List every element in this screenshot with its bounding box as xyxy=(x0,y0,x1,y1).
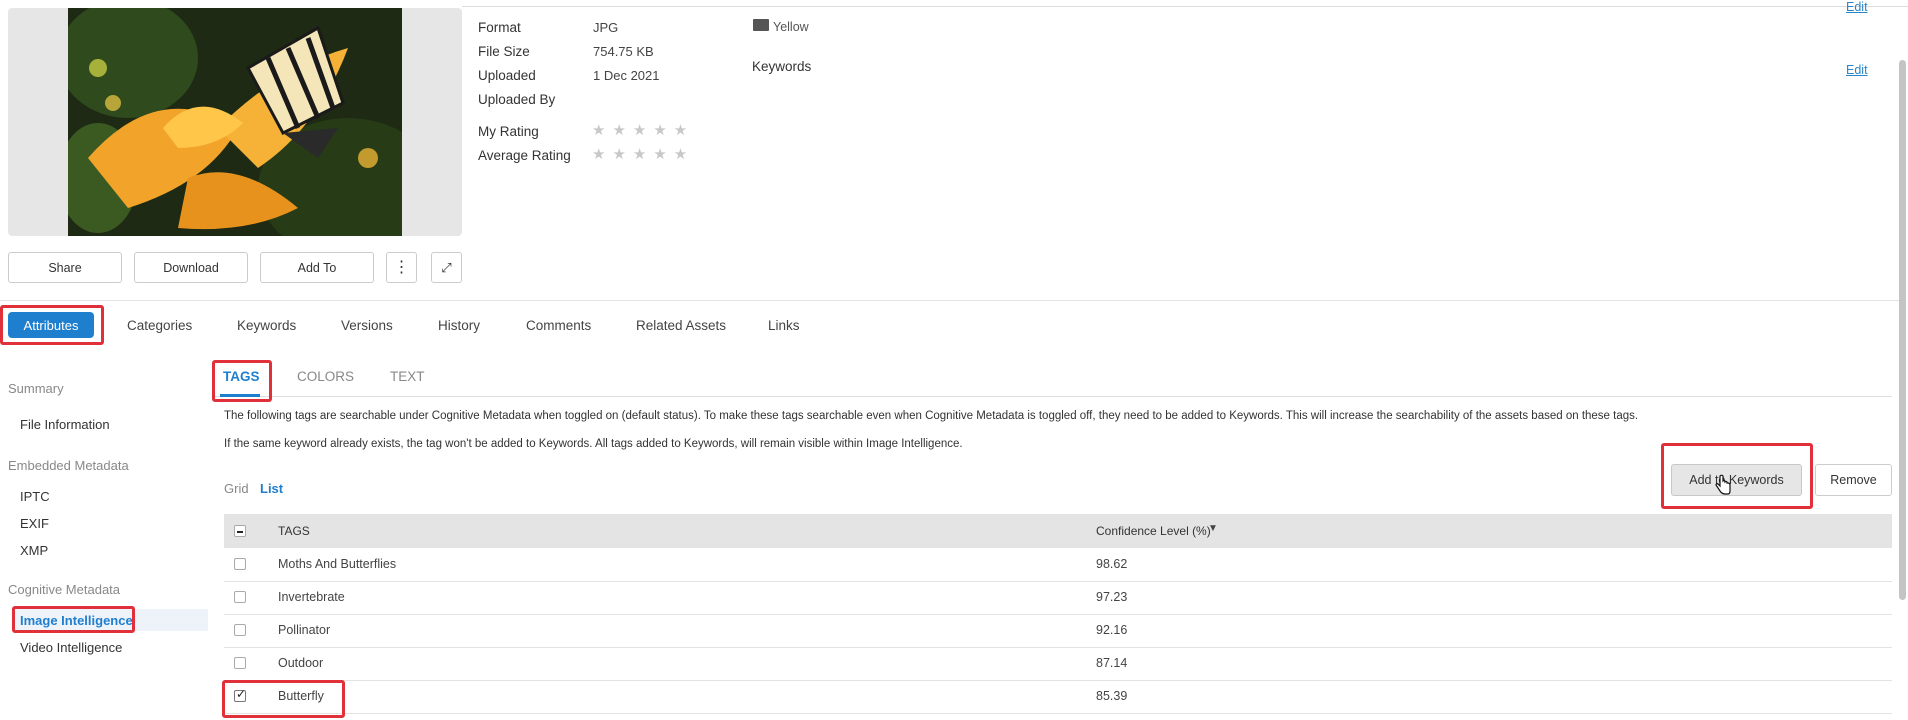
tab-history[interactable]: History xyxy=(438,318,480,333)
tab-categories[interactable]: Categories xyxy=(127,318,192,333)
add-to-keywords-button[interactable]: Add to Keywords xyxy=(1671,464,1802,496)
row-checkbox[interactable] xyxy=(234,591,246,603)
tab-versions[interactable]: Versions xyxy=(341,318,393,333)
row-checkbox[interactable] xyxy=(234,624,246,636)
sidebar-item-xmp[interactable]: XMP xyxy=(20,543,48,558)
file-size-value: 754.75 KB xyxy=(593,44,654,59)
tab-links[interactable]: Links xyxy=(768,318,800,333)
sort-desc-icon[interactable]: ▼ xyxy=(1208,523,1218,534)
edit-categories-link[interactable]: Edit xyxy=(1846,0,1868,14)
table-row[interactable] xyxy=(224,614,1892,648)
row-checkbox[interactable] xyxy=(234,657,246,669)
average-rating-stars: ★★★★★ xyxy=(592,146,695,163)
subtab-divider xyxy=(212,396,1892,397)
tags-info-text-2: If the same keyword already exists, the … xyxy=(224,438,963,450)
tab-related-assets[interactable]: Related Assets xyxy=(636,318,726,333)
tag-name: Moths And Butterflies xyxy=(278,557,397,571)
expand-icon: ⤢ xyxy=(441,259,452,275)
sidebar-summary[interactable]: Summary xyxy=(8,381,64,396)
file-size-label: File Size xyxy=(478,44,530,59)
sidebar-item-iptc[interactable]: IPTC xyxy=(20,489,50,504)
uploaded-value: 1 Dec 2021 xyxy=(593,68,660,83)
column-header-tags[interactable]: TAGS xyxy=(278,524,310,538)
confidence-value: 87.14 xyxy=(1096,656,1128,670)
tags-info-text-1: The following tags are searchable under … xyxy=(224,410,1639,422)
table-row[interactable] xyxy=(224,680,1892,714)
add-to-button[interactable]: Add To xyxy=(260,252,374,283)
remove-button[interactable]: Remove xyxy=(1815,464,1892,496)
table-row[interactable] xyxy=(224,581,1892,615)
tag-name: Invertebrate xyxy=(278,590,345,604)
table-row[interactable] xyxy=(224,548,1892,582)
subtab-colors[interactable]: COLORS xyxy=(297,369,354,384)
select-all-checkbox[interactable] xyxy=(234,525,246,537)
confidence-value: 97.23 xyxy=(1096,590,1128,604)
view-grid-toggle[interactable]: Grid xyxy=(224,481,249,496)
sidebar-item-exif[interactable]: EXIF xyxy=(20,516,49,531)
tag-name: Outdoor xyxy=(278,656,324,670)
tag-name: Butterfly xyxy=(278,689,324,703)
sidebar-cognitive-metadata: Cognitive Metadata xyxy=(8,582,121,597)
category-value: Yellow xyxy=(773,20,809,34)
scrollbar[interactable] xyxy=(1899,60,1906,600)
download-button[interactable]: Download xyxy=(134,252,248,283)
view-list-toggle[interactable]: List xyxy=(260,481,283,496)
tab-keywords[interactable]: Keywords xyxy=(237,318,296,333)
uploaded-label: Uploaded xyxy=(478,68,536,83)
sidebar-item-image-intelligence[interactable]: Image Intelligence xyxy=(20,613,133,628)
format-value: JPG xyxy=(593,20,619,35)
top-divider xyxy=(462,6,1908,7)
confidence-value: 92.16 xyxy=(1096,623,1128,637)
average-rating-label: Average Rating xyxy=(478,148,571,163)
share-button[interactable]: Share xyxy=(8,252,122,283)
table-row[interactable] xyxy=(224,647,1892,681)
format-label: Format xyxy=(478,20,521,35)
hand-cursor-icon xyxy=(1715,474,1731,495)
tag-name: Pollinator xyxy=(278,623,331,637)
my-rating-stars[interactable]: ★★★★★ xyxy=(592,121,694,139)
vertical-dots-icon: ⋮ xyxy=(393,258,410,276)
asset-preview-image[interactable] xyxy=(8,8,462,236)
tags-table-header xyxy=(224,514,1892,548)
row-checkbox[interactable] xyxy=(234,558,246,570)
expand-button[interactable]: ⤢ xyxy=(431,252,462,283)
tab-comments[interactable]: Comments xyxy=(526,318,591,333)
uploaded-by-label: Uploaded By xyxy=(478,92,556,107)
sidebar-embedded-metadata: Embedded Metadata xyxy=(8,458,129,473)
my-rating-label: My Rating xyxy=(478,124,539,139)
subtab-tags[interactable]: TAGS xyxy=(223,369,260,384)
keywords-label: Keywords xyxy=(752,59,812,74)
butterfly-lily-image xyxy=(68,8,402,236)
confidence-value: 85.39 xyxy=(1096,689,1128,703)
sidebar-item-video-intelligence[interactable]: Video Intelligence xyxy=(20,640,122,655)
subtab-text[interactable]: TEXT xyxy=(390,369,425,384)
more-options-button[interactable]: ⋮ xyxy=(386,252,417,283)
subtab-active-indicator xyxy=(220,394,260,397)
row-checkbox-checked[interactable]: ✓ xyxy=(234,687,247,702)
checkmark-icon: ✓ xyxy=(236,687,247,701)
sidebar-item-file-information[interactable]: File Information xyxy=(20,417,110,432)
folder-icon xyxy=(753,19,769,31)
confidence-value: 98.62 xyxy=(1096,557,1128,571)
tab-attributes[interactable]: Attributes xyxy=(8,312,94,338)
edit-keywords-link[interactable]: Edit xyxy=(1846,63,1868,77)
column-header-confidence[interactable]: Confidence Level (%) xyxy=(1096,524,1211,538)
